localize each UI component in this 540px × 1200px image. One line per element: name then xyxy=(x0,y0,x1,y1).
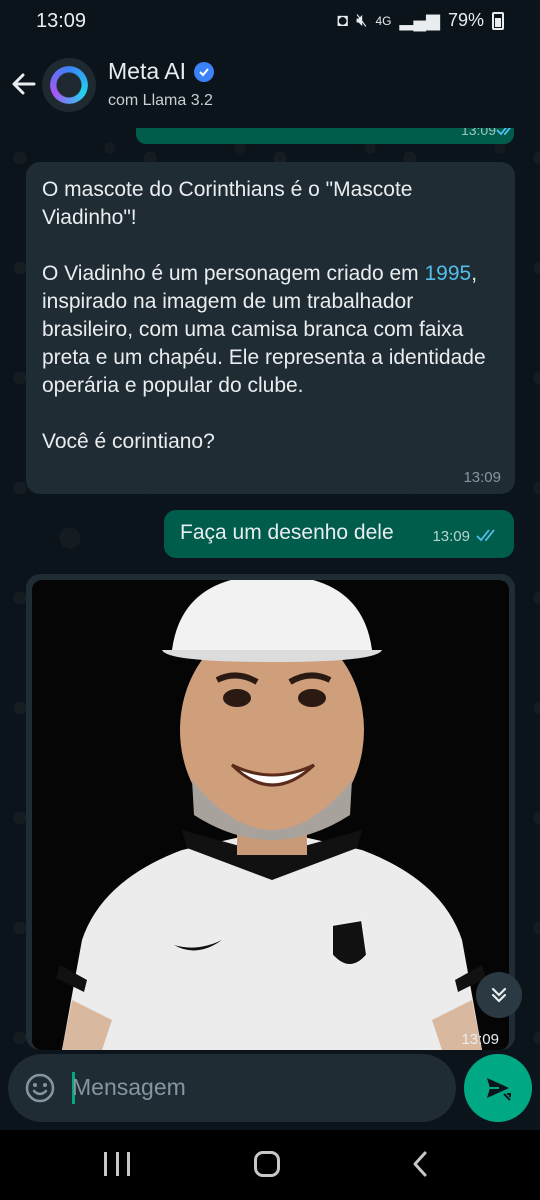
mascot-illustration xyxy=(56,580,486,1050)
generated-image[interactable] xyxy=(32,580,509,1050)
system-nav-bar xyxy=(0,1130,540,1200)
message-time: 13:09 xyxy=(463,469,501,486)
send-icon xyxy=(487,1078,511,1101)
notification-icon: ◘ xyxy=(337,10,349,30)
message-text: Faça um desenho dele xyxy=(180,521,394,544)
message-time: 13:09 xyxy=(460,128,496,138)
input-bar: Mensagem xyxy=(0,1050,540,1130)
chat-header: Meta AI com Llama 3.2 xyxy=(0,44,540,128)
meta-ai-logo-icon xyxy=(50,66,88,104)
incoming-message[interactable]: O mascote do Corinthians é o "Mascote Vi… xyxy=(26,162,515,494)
emoji-icon[interactable] xyxy=(24,1072,56,1104)
message-link[interactable]: 1995 xyxy=(425,262,472,285)
message-text: O mascote do Corinthians é o "Mascote Vi… xyxy=(42,176,499,456)
home-button[interactable] xyxy=(254,1151,280,1177)
status-time: 13:09 xyxy=(36,10,87,32)
network-label: 4G xyxy=(375,13,392,28)
battery-icon xyxy=(492,11,504,30)
contact-subtitle: com Llama 3.2 xyxy=(108,92,213,109)
outgoing-message[interactable]: Faça um desenho dele 13:09 xyxy=(164,510,514,558)
verified-badge-icon xyxy=(193,61,214,82)
mute-icon: 🔇︎ xyxy=(356,10,368,30)
image-message[interactable]: 13:09 xyxy=(26,574,515,1050)
message-text-part: , inspirado na imagem de um trabalhador … xyxy=(42,262,486,453)
outgoing-message-partial[interactable] xyxy=(136,128,514,144)
message-time: 13:09 xyxy=(432,528,470,545)
status-bar: 13:09 ◘ 🔇︎ 4G ▂▄▆ 79% xyxy=(0,0,540,44)
message-text-part: O mascote do Corinthians é o "Mascote Vi… xyxy=(42,178,419,285)
message-input[interactable]: Mensagem xyxy=(8,1054,456,1122)
message-time: 13:09 xyxy=(461,1031,499,1048)
send-button[interactable] xyxy=(464,1054,532,1122)
message-input-placeholder: Mensagem xyxy=(72,1074,186,1100)
read-ticks-icon xyxy=(476,529,495,542)
signal-icon: ▂▄▆ xyxy=(399,10,440,30)
recents-button[interactable] xyxy=(104,1152,130,1176)
contact-name-label: Meta AI xyxy=(108,58,186,84)
contact-name[interactable]: Meta AI xyxy=(108,58,214,85)
chat-area[interactable]: 13:09 O mascote do Corinthians é o "Masc… xyxy=(0,128,540,1050)
nav-back-icon[interactable] xyxy=(406,1149,436,1179)
scroll-down-button[interactable] xyxy=(476,972,522,1018)
avatar[interactable] xyxy=(42,58,96,112)
double-chevron-down-icon xyxy=(491,987,507,1003)
arrow-left-icon[interactable] xyxy=(8,68,40,100)
status-icons: ◘ 🔇︎ 4G ▂▄▆ 79% xyxy=(337,10,504,31)
battery-label: 79% xyxy=(447,10,484,30)
read-ticks-icon xyxy=(496,128,511,136)
